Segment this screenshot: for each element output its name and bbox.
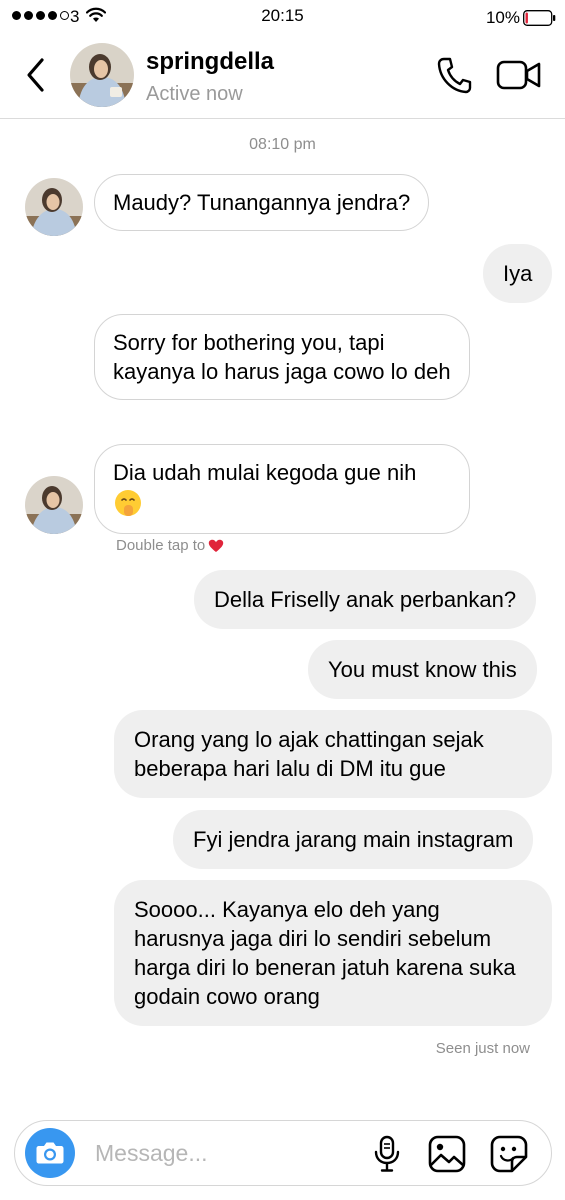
- message-bubble-incoming[interactable]: Maudy? Tunangannya jendra?: [94, 174, 430, 231]
- message-bubble-outgoing[interactable]: You must know this: [308, 640, 537, 699]
- chat-username[interactable]: springdella: [146, 48, 274, 76]
- message-bubble-incoming[interactable]: Dia udah mulai kegoda gue nih: [94, 444, 470, 534]
- image-gallery-icon[interactable]: [428, 1135, 466, 1173]
- message-bubble-outgoing[interactable]: Fyi jendra jarang main instagram: [173, 810, 534, 869]
- microphone-icon[interactable]: [373, 1135, 401, 1173]
- video-camera-icon[interactable]: [496, 58, 542, 92]
- camera-button[interactable]: [25, 1128, 75, 1178]
- sender-avatar[interactable]: [25, 476, 83, 534]
- message-bubble-outgoing[interactable]: Iya: [483, 244, 553, 303]
- shushing-face-emoji-icon: [115, 490, 141, 516]
- status-bar: 3 20:15 10%: [0, 0, 565, 36]
- message-bubble-outgoing[interactable]: Orang yang lo ajak chattingan sejak bebe…: [114, 710, 552, 798]
- phone-icon[interactable]: [436, 56, 472, 94]
- battery-percentage: 10%: [485, 8, 520, 27]
- message-text: Dia udah mulai kegoda gue nih: [113, 460, 417, 485]
- battery-icon: [523, 10, 556, 26]
- message-bubble-outgoing[interactable]: Soooo... Kayanya elo deh yang harusnya j…: [114, 880, 552, 1026]
- active-status: Active now: [146, 83, 243, 105]
- message-input[interactable]: [95, 1134, 355, 1172]
- seen-status: Seen just now: [435, 1040, 530, 1057]
- chat-header: springdella Active now: [0, 36, 565, 119]
- sticker-icon[interactable]: [490, 1135, 528, 1173]
- status-time: 20:15: [261, 6, 304, 25]
- chevron-left-icon[interactable]: [22, 55, 48, 95]
- message-bubble-outgoing[interactable]: Della Friselly anak perbankan?: [194, 570, 537, 629]
- thread-timestamp: 08:10 pm: [249, 136, 316, 153]
- message-composer: [14, 1120, 552, 1186]
- camera-icon: [36, 1142, 64, 1164]
- red-heart-icon: [209, 539, 224, 552]
- double-tap-hint: Double tap to: [116, 537, 224, 554]
- message-bubble-incoming[interactable]: Sorry for bothering you, tapi kayanya lo…: [94, 314, 470, 400]
- double-tap-text: Double tap to: [116, 537, 206, 554]
- profile-avatar[interactable]: [70, 43, 134, 107]
- sender-avatar[interactable]: [25, 178, 83, 236]
